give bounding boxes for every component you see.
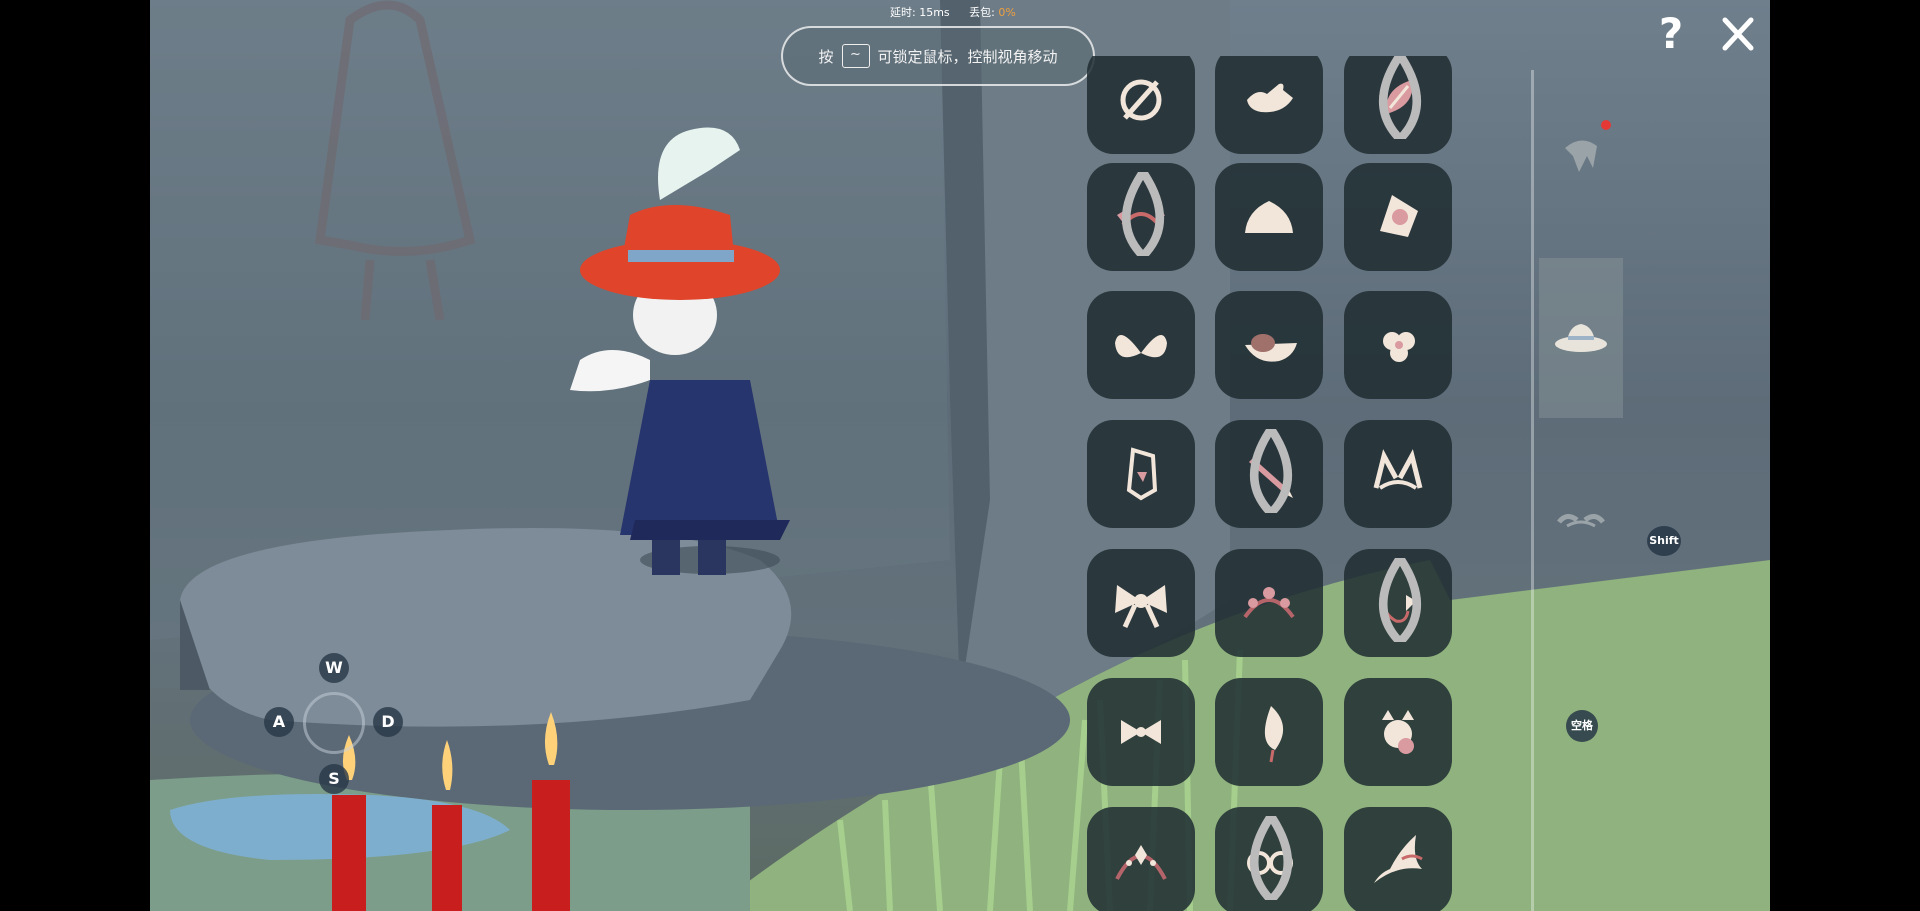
item-slot-hanging-ribbon[interactable]: [1344, 549, 1452, 657]
key-w[interactable]: W: [319, 653, 349, 683]
tab-horns[interactable]: [1539, 440, 1623, 600]
item-slot-flower-crown[interactable]: [1215, 549, 1323, 657]
hat-tab-icon: [1555, 324, 1607, 352]
tab-hat[interactable]: [1539, 258, 1623, 418]
item-slot-feather[interactable]: [1215, 678, 1323, 786]
item-slot-butterfly[interactable]: [1087, 291, 1195, 399]
item-slot-ear-headband[interactable]: [1087, 163, 1195, 271]
item-slot-none[interactable]: [1087, 56, 1195, 154]
item-slot-goggles[interactable]: [1215, 807, 1323, 911]
item-slot-pencil[interactable]: [1215, 420, 1323, 528]
big-bow-icon: [1115, 585, 1167, 629]
item-slot-flower-clip[interactable]: [1344, 163, 1452, 271]
tilde-key: ~: [841, 44, 870, 68]
key-s[interactable]: S: [319, 764, 349, 794]
item-grid[interactable]: [1087, 56, 1487, 911]
item-slot-bird[interactable]: [1215, 56, 1323, 154]
bowl-icon: [1245, 334, 1297, 362]
horns-tab-icon: [1557, 514, 1605, 528]
loss-label: 丢包:: [969, 6, 995, 19]
none-icon: [1120, 79, 1162, 121]
tab-hair[interactable]: [1539, 76, 1623, 236]
loss-value: 0%: [998, 6, 1016, 19]
item-slot-small-flower[interactable]: [1344, 291, 1452, 399]
item-slot-leaf-clip[interactable]: [1344, 56, 1452, 154]
item-slot-small-bow[interactable]: [1087, 678, 1195, 786]
item-slot-bowl[interactable]: [1215, 291, 1323, 399]
latency-value: 15ms: [919, 6, 950, 19]
witch-hat-icon: [1374, 835, 1423, 883]
cat-ears-icon: [1373, 449, 1423, 490]
bird-icon: [1247, 83, 1293, 113]
help-button[interactable]: ?: [1653, 12, 1689, 56]
drop-icon: [1250, 429, 1292, 513]
hint-text: 可锁定鼠标，控制视角移动: [877, 47, 1058, 66]
drop-icon: [1379, 56, 1421, 139]
small-bow-icon: [1121, 720, 1161, 744]
item-slot-tiara[interactable]: [1087, 807, 1195, 911]
drop-icon: [1379, 558, 1421, 642]
network-status: 延时: 15ms 丢包: 0%: [890, 4, 1016, 20]
drop-icon: [1122, 172, 1164, 256]
flower-clip-icon: [1380, 195, 1418, 237]
shift-key-hint: Shift: [1647, 526, 1681, 556]
item-slot-big-bow[interactable]: [1087, 549, 1195, 657]
key-d[interactable]: D: [373, 707, 403, 737]
flower-crown-icon: [1243, 587, 1295, 619]
latency-label: 延时:: [890, 6, 916, 19]
small-flower-icon: [1383, 332, 1415, 362]
key-a[interactable]: A: [264, 707, 294, 737]
close-icon[interactable]: [1720, 14, 1756, 54]
game-scene: [150, 0, 1770, 911]
hair-tab-icon: [1565, 140, 1597, 172]
flower-cat-icon: [1382, 710, 1414, 754]
item-slot-bun-hair[interactable]: [1215, 163, 1323, 271]
feather-icon: [1264, 706, 1284, 763]
butterfly-icon: [1115, 335, 1167, 358]
drop-icon: [1250, 816, 1292, 900]
panel-scrollbar[interactable]: [1531, 70, 1534, 911]
tiara-icon: [1115, 845, 1167, 880]
item-slot-witch-hat[interactable]: [1344, 807, 1452, 911]
bun-hair-icon: [1245, 201, 1293, 233]
mouse-lock-hint: 按 ~ 可锁定鼠标，控制视角移动: [781, 26, 1095, 86]
item-slot-cat-ears[interactable]: [1344, 420, 1452, 528]
crystal-icon: [1126, 447, 1158, 501]
game-viewport[interactable]: 延时: 15ms 丢包: 0% 按 ~ 可锁定鼠标，控制视角移动 W A D S: [150, 0, 1770, 911]
joystick-ring[interactable]: [303, 692, 365, 754]
space-key-hint: 空格: [1566, 710, 1598, 742]
item-slot-crystal[interactable]: [1087, 420, 1195, 528]
hint-prefix: 按: [818, 47, 834, 66]
new-badge: [1601, 120, 1611, 130]
item-slot-flower-cat[interactable]: [1344, 678, 1452, 786]
